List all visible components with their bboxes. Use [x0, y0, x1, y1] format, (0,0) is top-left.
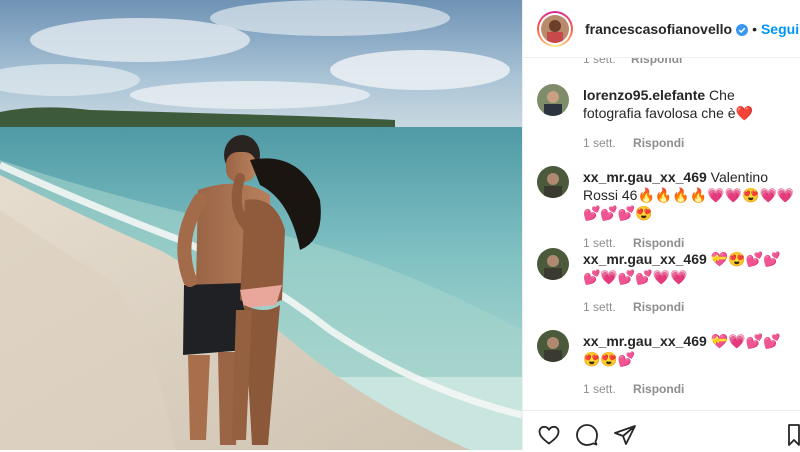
- comment-item: xx_mr.gau_xx_469 Valentino Rossi 46🔥🔥🔥🔥💗…: [537, 166, 795, 252]
- comment-username[interactable]: xx_mr.gau_xx_469: [583, 251, 707, 267]
- comment-item: xx_mr.gau_xx_469 💝💗💕💕😍😍💕 1 sett. Rispond…: [537, 330, 795, 398]
- reply-button[interactable]: Rispondi: [631, 58, 682, 66]
- beach-couple-photo: [0, 0, 522, 450]
- comments-list[interactable]: 1 sett. Rispondi lorenzo95.elefante Che …: [523, 58, 800, 410]
- post-photo[interactable]: [0, 0, 522, 450]
- comment-time: 1 sett.: [583, 236, 616, 250]
- post-side-panel: francescasofianovello • Segui 1 sett. Ri…: [522, 0, 800, 450]
- author-username[interactable]: francescasofianovello: [585, 21, 732, 37]
- comment-username[interactable]: lorenzo95.elefante: [583, 87, 705, 103]
- separator-dot: •: [752, 20, 757, 37]
- comment-username[interactable]: xx_mr.gau_xx_469: [583, 333, 707, 349]
- comment-time: 1 sett.: [583, 136, 616, 150]
- comment-time: 1 sett.: [583, 382, 616, 396]
- comment-item: lorenzo95.elefante Che fotografia favolo…: [537, 84, 795, 152]
- commenter-avatar[interactable]: [537, 84, 569, 116]
- commenter-avatar[interactable]: [537, 248, 569, 280]
- comment-time: 1 sett.: [583, 58, 616, 66]
- post-actions-bar: [523, 410, 800, 450]
- follow-button[interactable]: Segui: [761, 21, 799, 37]
- instagram-post: francescasofianovello • Segui 1 sett. Ri…: [0, 0, 800, 450]
- author-avatar[interactable]: [537, 10, 573, 47]
- post-header: francescasofianovello • Segui: [523, 0, 800, 58]
- previous-comment-meta: 1 sett. Rispondi: [583, 58, 694, 66]
- comment-item: xx_mr.gau_xx_469 💝😍💕💕💕💗💕💕💗💗 1 sett. Risp…: [537, 248, 795, 316]
- bookmark-icon[interactable]: [787, 423, 800, 447]
- comment-icon[interactable]: [575, 423, 599, 447]
- share-icon[interactable]: [613, 423, 637, 447]
- commenter-avatar[interactable]: [537, 330, 569, 362]
- verified-badge-icon: [736, 23, 749, 36]
- reply-button[interactable]: Rispondi: [633, 382, 684, 396]
- commenter-avatar[interactable]: [537, 166, 569, 198]
- reply-button[interactable]: Rispondi: [633, 136, 684, 150]
- reply-button[interactable]: Rispondi: [633, 300, 684, 314]
- comment-username[interactable]: xx_mr.gau_xx_469: [583, 169, 707, 185]
- comment-time: 1 sett.: [583, 300, 616, 314]
- reply-button[interactable]: Rispondi: [633, 236, 684, 250]
- heart-icon[interactable]: [537, 423, 561, 447]
